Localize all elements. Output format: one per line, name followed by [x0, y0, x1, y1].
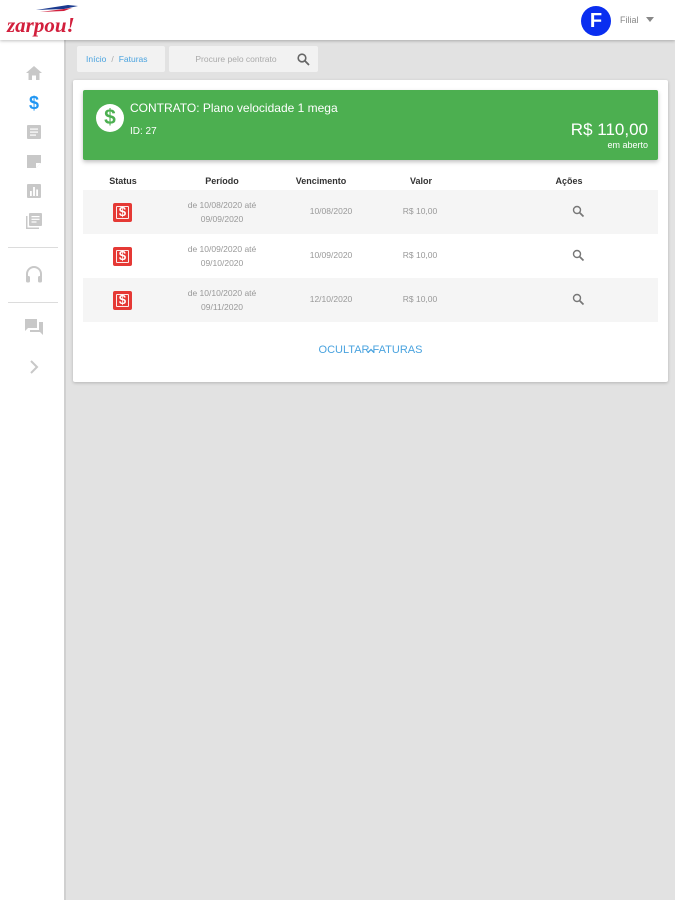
sidebar-divider — [8, 247, 58, 248]
invoice-table-header: Status Período Vencimento Valor Ações — [83, 176, 658, 190]
sidebar-item-faturas[interactable]: $ — [24, 93, 44, 113]
table-row: $ de 10/08/2020 até 09/09/2020 10/08/2020… — [83, 190, 658, 234]
sidebar-item-home[interactable] — [24, 63, 44, 83]
status-badge: $ — [113, 291, 132, 310]
due-date-cell: 10/08/2020 — [309, 206, 353, 216]
contract-amount: R$ 110,00 — [570, 120, 648, 139]
column-header-status: Status — [109, 176, 137, 186]
table-row: $ de 10/09/2020 até 09/10/2020 10/09/2020… — [83, 234, 658, 278]
contract-id: ID: 27 — [130, 126, 157, 137]
chevron-right-icon — [30, 360, 39, 374]
svg-text:zarpou!: zarpou! — [6, 13, 75, 37]
search-icon[interactable] — [297, 53, 310, 66]
breadcrumb-home-link[interactable]: Início — [86, 54, 106, 64]
breadcrumb-separator: / — [111, 54, 114, 64]
value-cell: R$ 10,00 — [402, 206, 438, 216]
value-cell: R$ 10,00 — [402, 294, 438, 304]
headset-icon — [26, 266, 42, 283]
sidebar-divider — [8, 302, 58, 303]
period-cell: de 10/09/2020 até 09/10/2020 — [187, 244, 257, 268]
dollar-icon: $ — [96, 104, 124, 132]
due-date-cell: 10/09/2020 — [309, 250, 353, 260]
dollar-icon: $ — [29, 94, 39, 112]
search-icon[interactable] — [572, 249, 585, 262]
library-icon — [26, 213, 42, 229]
sidebar-item-support[interactable] — [24, 265, 44, 285]
sidebar-item-messages[interactable] — [24, 317, 44, 337]
sidebar-item-reports[interactable] — [24, 181, 44, 201]
status-badge: $ — [113, 203, 132, 222]
sidebar-item-notes[interactable] — [24, 151, 44, 171]
search-input[interactable] — [177, 51, 295, 67]
search-icon[interactable] — [572, 205, 585, 218]
period-cell: de 10/10/2020 até 09/11/2020 — [187, 288, 257, 312]
svg-text:$: $ — [29, 94, 39, 112]
home-icon — [26, 66, 42, 80]
zarpou-logo[interactable]: zarpou! — [6, 3, 84, 37]
sidebar-item-documents[interactable] — [24, 122, 44, 142]
search-icon[interactable] — [572, 293, 585, 306]
hide-invoices-button[interactable]: OCULTAR FATURAS — [73, 344, 668, 356]
bar-chart-icon — [27, 184, 41, 198]
table-row: $ de 10/10/2020 até 09/11/2020 12/10/2020… — [83, 278, 658, 322]
dollar-icon: $ — [118, 204, 127, 219]
chat-icon — [25, 319, 43, 335]
contract-amount-status: em aberto — [607, 140, 648, 150]
status-badge: $ — [113, 247, 132, 266]
column-header-value: Valor — [409, 176, 433, 186]
column-header-period: Período — [205, 176, 239, 186]
due-date-cell: 12/10/2020 — [309, 294, 353, 304]
column-header-due: Vencimento — [295, 176, 347, 186]
breadcrumb-current[interactable]: Faturas — [119, 54, 148, 64]
top-bar: zarpou! F Filial — [0, 0, 675, 40]
user-name[interactable]: Filial — [620, 15, 639, 25]
sidebar-item-library[interactable] — [24, 211, 44, 231]
search-box — [169, 46, 318, 72]
column-header-actions: Ações — [555, 176, 583, 186]
contract-banner[interactable]: $ CONTRATO: Plano velocidade 1 mega ID: … — [83, 90, 658, 160]
sidebar-expand[interactable] — [24, 357, 44, 377]
sidebar: $ — [0, 40, 66, 900]
dollar-icon: $ — [118, 248, 127, 263]
caret-down-icon[interactable] — [646, 17, 654, 22]
dollar-icon: $ — [118, 292, 127, 307]
contract-title: CONTRATO: Plano velocidade 1 mega — [130, 101, 338, 115]
user-avatar[interactable]: F — [581, 6, 611, 36]
breadcrumb: Início / Faturas — [77, 46, 165, 72]
period-cell: de 10/08/2020 até 09/09/2020 — [187, 200, 257, 224]
note-icon — [27, 155, 41, 168]
document-icon — [27, 125, 41, 139]
contract-card: $ CONTRATO: Plano velocidade 1 mega ID: … — [73, 80, 668, 382]
value-cell: R$ 10,00 — [402, 250, 438, 260]
